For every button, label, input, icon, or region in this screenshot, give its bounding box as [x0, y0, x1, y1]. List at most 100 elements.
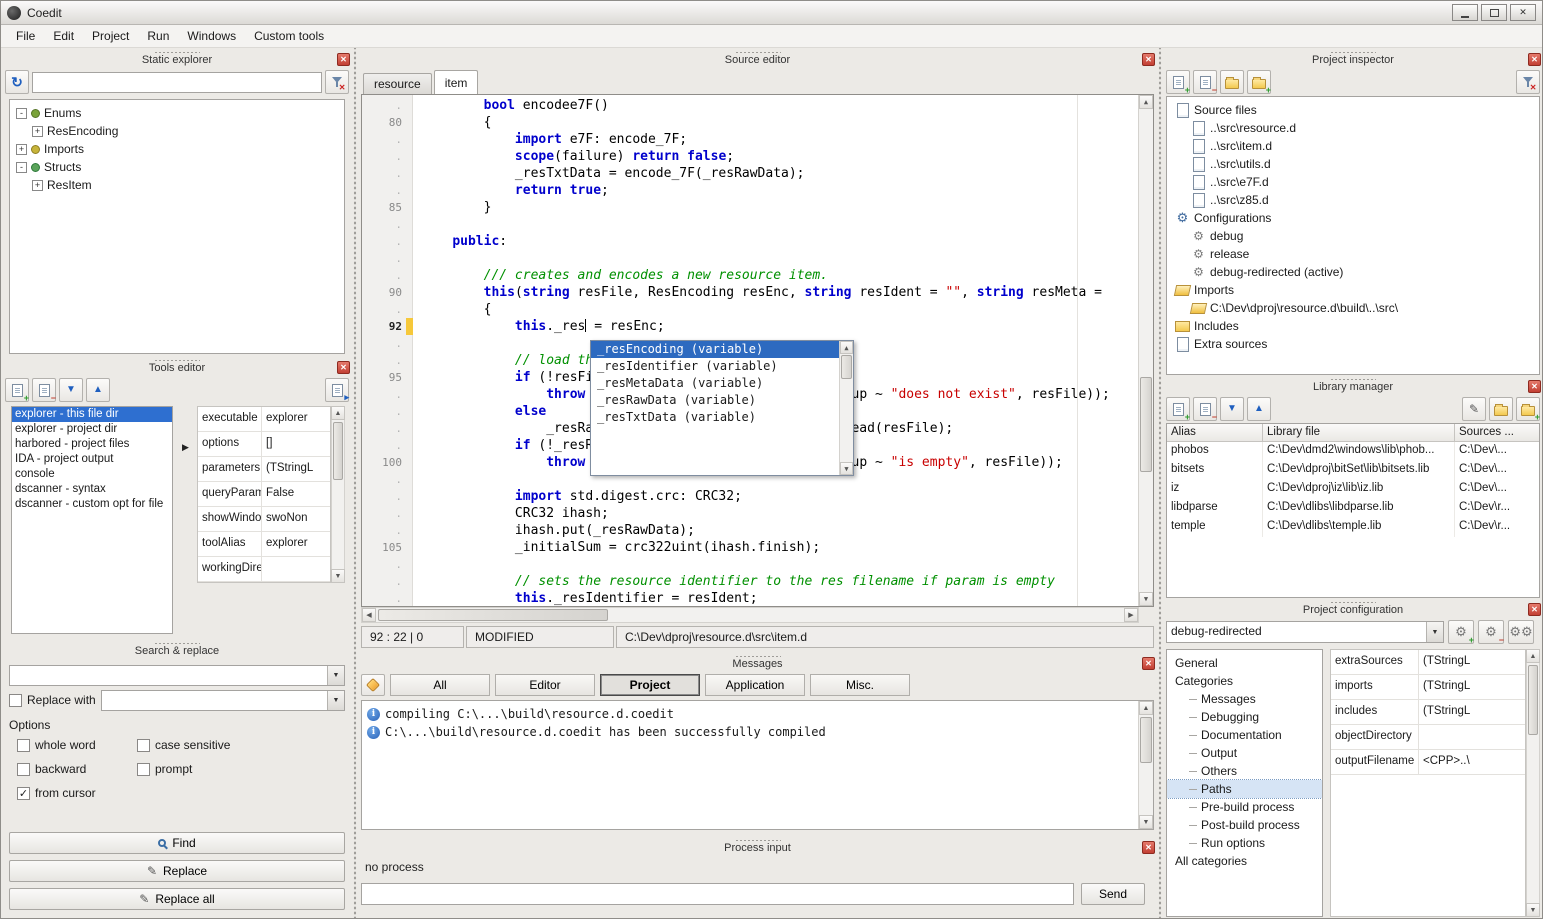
scrollbar-thumb[interactable] — [1528, 665, 1538, 735]
add-configuration-button[interactable]: ⚙+ — [1448, 620, 1474, 644]
tree-item[interactable]: ..\src\e7F.d — [1167, 173, 1539, 191]
table-row[interactable]: phobosC:\Dev\dmd2\windows\lib\phob...C:\… — [1167, 442, 1539, 461]
list-item[interactable]: dscanner - syntax — [12, 482, 172, 497]
scroll-up-icon[interactable]: ▲ — [331, 406, 345, 420]
property-value[interactable]: (TStringL — [1419, 650, 1525, 674]
scrollbar-thumb[interactable] — [1140, 717, 1152, 763]
remove-configuration-button[interactable]: ⚙− — [1478, 620, 1504, 644]
replace-term-combobox[interactable]: ▼ — [101, 690, 345, 711]
filter-misc-button[interactable]: Misc. — [810, 674, 910, 696]
filter-project-button[interactable]: Project — [600, 674, 700, 696]
replace-button[interactable]: ✎Replace — [9, 860, 345, 882]
edit-library-button[interactable]: ✎ — [1462, 397, 1486, 421]
property-row[interactable]: workingDirect — [198, 557, 330, 582]
close-button[interactable]: ✕ — [1510, 4, 1536, 21]
dropdown-button[interactable]: ▼ — [327, 691, 344, 710]
scroll-right-icon[interactable]: ▶ — [1124, 608, 1138, 622]
code-line[interactable]: 90 this(string resFile, ResEncoding resE… — [362, 284, 1138, 301]
code-line[interactable]: . ihash.put(_resRawData); — [362, 522, 1138, 539]
property-row[interactable]: objectDirectory — [1331, 725, 1525, 750]
code-line[interactable]: . public: — [362, 233, 1138, 250]
scroll-down-icon[interactable]: ▼ — [1526, 903, 1540, 917]
code-line[interactable]: . { — [362, 301, 1138, 318]
filter-application-button[interactable]: Application — [705, 674, 805, 696]
menu-run[interactable]: Run — [138, 26, 178, 46]
tree-item[interactable]: Source files — [1167, 101, 1539, 119]
property-value[interactable]: explorer — [262, 532, 330, 556]
find-button[interactable]: Find — [9, 832, 345, 854]
completion-item[interactable]: _resIdentifier (variable) — [591, 358, 839, 375]
scroll-left-icon[interactable]: ◀ — [362, 608, 376, 622]
messages-header[interactable]: Messages ✕ — [357, 655, 1158, 672]
grid-expand-arrow[interactable]: ▶ — [182, 442, 189, 453]
code-line[interactable]: 105 _initialSum = crc322uint(ihash.finis… — [362, 539, 1138, 556]
project-inspector-header[interactable]: Project inspector ✕ — [1162, 51, 1543, 68]
scrollbar-thumb[interactable] — [378, 609, 608, 621]
code-line[interactable]: . import e7F: encode_7F; — [362, 131, 1138, 148]
option-backward[interactable]: backward — [17, 762, 137, 776]
project-configuration-header[interactable]: Project configuration ✕ — [1162, 601, 1543, 618]
project-inspector-close-button[interactable]: ✕ — [1528, 53, 1541, 66]
category-item[interactable]: Run options — [1167, 834, 1322, 852]
column-header-sources[interactable]: Sources ... — [1455, 424, 1539, 442]
add-folder-button[interactable]: + — [1247, 70, 1271, 94]
symbol-filter-input[interactable] — [32, 72, 322, 93]
symbol-filter-button[interactable]: ✕ — [325, 70, 349, 94]
maximize-button[interactable] — [1481, 4, 1507, 21]
static-explorer-header[interactable]: Static explorer ✕ — [1, 51, 353, 68]
property-row[interactable]: queryParametFalse — [198, 482, 330, 507]
configuration-selector[interactable]: debug-redirected ▼ — [1166, 621, 1444, 643]
property-value[interactable] — [262, 557, 330, 581]
checkbox-icon[interactable]: ✓ — [17, 787, 30, 800]
code-line[interactable]: . — [362, 250, 1138, 267]
property-value[interactable]: [] — [262, 432, 330, 456]
tree-expander-icon[interactable]: + — [32, 126, 43, 137]
property-value[interactable]: explorer — [262, 407, 330, 431]
replace-all-button[interactable]: ✎Replace all — [9, 888, 345, 910]
dropdown-button[interactable]: ▼ — [1426, 622, 1443, 642]
messages-scrollbar[interactable]: ▲ ▼ — [1138, 701, 1153, 829]
code-line[interactable]: . import std.digest.crc: CRC32; — [362, 488, 1138, 505]
list-item[interactable]: harbored - project files — [12, 437, 172, 452]
scroll-up-icon[interactable]: ▲ — [1139, 701, 1153, 715]
tools-editor-header[interactable]: Tools editor ✕ — [1, 359, 353, 376]
replace-with-checkbox[interactable] — [9, 694, 22, 707]
filter-editor-button[interactable]: Editor — [495, 674, 595, 696]
option-whole-word[interactable]: whole word — [17, 738, 137, 752]
tree-item[interactable]: -Enums — [10, 104, 344, 122]
completion-item[interactable]: _resRawData (variable) — [591, 392, 839, 409]
scroll-down-icon[interactable]: ▼ — [331, 569, 345, 583]
search-term-combobox[interactable]: ▼ — [9, 665, 345, 686]
code-line[interactable]: 92 this._res = resEnc; — [362, 318, 1138, 335]
dropdown-button[interactable]: ▼ — [327, 666, 344, 685]
option-case-sensitive[interactable]: case sensitive — [137, 738, 345, 752]
message-row[interactable]: iC:\...\build\resource.d.coedit has been… — [362, 723, 1153, 741]
message-row[interactable]: icompiling C:\...\build\resource.d.coedi… — [362, 705, 1153, 723]
run-tool-button[interactable]: ▸ — [325, 378, 349, 402]
scrollbar-thumb[interactable] — [333, 422, 343, 480]
tree-item[interactable]: +ResItem — [10, 176, 344, 194]
add-source-button[interactable]: + — [1166, 70, 1190, 94]
property-row[interactable]: outputFilename<CPP>..\ — [1331, 750, 1525, 775]
checkbox-icon[interactable] — [137, 739, 150, 752]
scroll-down-icon[interactable]: ▼ — [1139, 815, 1153, 829]
messages-close-button[interactable]: ✕ — [1142, 657, 1155, 670]
property-value[interactable]: False — [262, 482, 330, 506]
table-row[interactable]: templeC:\Dev\dlibs\temple.libC:\Dev\r... — [1167, 518, 1539, 537]
menu-edit[interactable]: Edit — [44, 26, 83, 46]
process-input-header[interactable]: Process input ✕ — [357, 839, 1158, 856]
tree-item[interactable]: ..\src\utils.d — [1167, 155, 1539, 173]
code-line[interactable]: 85 } — [362, 199, 1138, 216]
option-prompt[interactable]: prompt — [137, 762, 345, 776]
search-replace-header[interactable]: Search & replace — [1, 642, 353, 659]
refresh-button[interactable]: ↻ — [5, 70, 29, 94]
table-row[interactable]: libdparseC:\Dev\dlibs\libdparse.libC:\De… — [1167, 499, 1539, 518]
move-tool-up-button[interactable]: ▲ — [86, 378, 110, 402]
category-item[interactable]: Documentation — [1167, 726, 1322, 744]
property-value[interactable]: (TStringL — [262, 457, 330, 481]
category-item[interactable]: Messages — [1167, 690, 1322, 708]
add-tool-button[interactable]: + — [5, 378, 29, 402]
remove-tool-button[interactable]: − — [32, 378, 56, 402]
scrollbar-thumb[interactable] — [1140, 377, 1152, 472]
property-row[interactable]: imports(TStringL — [1331, 675, 1525, 700]
